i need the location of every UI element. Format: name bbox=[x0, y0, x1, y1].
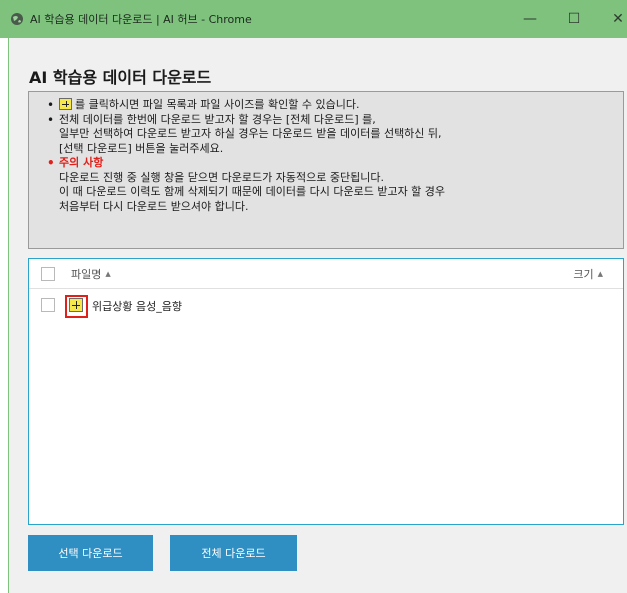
globe-icon bbox=[11, 13, 23, 25]
close-button[interactable]: ✕ bbox=[598, 0, 627, 38]
column-name[interactable]: 파일명 ▲ bbox=[71, 266, 111, 282]
column-name-label: 파일명 bbox=[71, 267, 102, 281]
page-title: AI 학습용 데이터 다운로드 bbox=[29, 68, 212, 87]
download-window: AI 학습용 데이터 다운로드 를 클릭하시면 파일 목록과 파일 사이즈를 확… bbox=[8, 38, 627, 593]
notice-line-3: 일부만 선택하여 다운로드 받고자 하실 경우는 다운로드 받을 데이터를 선택… bbox=[59, 127, 442, 140]
notice-line-4: [선택 다운로드] 버튼을 눌러주세요. bbox=[59, 141, 224, 155]
sort-asc-icon: ▲ bbox=[105, 269, 111, 278]
notice-box: 를 클릭하시면 파일 목록과 파일 사이즈를 확인할 수 있습니다. 전체 데이… bbox=[28, 91, 624, 249]
selected-download-button[interactable]: 선택 다운로드 bbox=[28, 535, 153, 571]
plus-icon bbox=[59, 98, 72, 110]
minimize-button[interactable]: — bbox=[510, 0, 550, 38]
title-bar: AI 학습용 데이터 다운로드 | AI 허브 - Chrome — ☐ ✕ bbox=[0, 0, 627, 38]
warning-title: 주의 사항 bbox=[47, 156, 615, 171]
window-title: AI 학습용 데이터 다운로드 | AI 허브 - Chrome bbox=[30, 13, 252, 26]
notice-line-6: 이 때 다운로드 이력도 함께 삭제되기 때문에 데이터를 다시 다운로드 받고… bbox=[59, 185, 446, 198]
column-size[interactable]: 크기 ▲ bbox=[573, 266, 603, 282]
column-size-label: 크기 bbox=[573, 267, 594, 281]
notice-line-7: 처음부터 다시 다운로드 받으셔야 합니다. bbox=[59, 199, 249, 213]
expand-plus-button[interactable] bbox=[69, 298, 83, 312]
notice-line-5: 다운로드 진행 중 실행 창을 닫으면 다운로드가 자동적으로 중단됩니다. bbox=[59, 170, 384, 184]
select-all-checkbox[interactable] bbox=[41, 267, 55, 281]
notice-item-expand: 를 클릭하시면 파일 목록과 파일 사이즈를 확인할 수 있습니다. bbox=[47, 98, 615, 113]
sort-asc-icon: ▲ bbox=[597, 269, 603, 278]
all-download-button[interactable]: 전체 다운로드 bbox=[170, 535, 297, 571]
maximize-button[interactable]: ☐ bbox=[554, 0, 594, 38]
file-list-header: 파일명 ▲ 크기 ▲ bbox=[29, 259, 623, 289]
row-checkbox[interactable] bbox=[41, 298, 55, 312]
table-row: 위급상황 음성_음향 bbox=[29, 291, 623, 319]
notice-line-1: 를 클릭하시면 파일 목록과 파일 사이즈를 확인할 수 있습니다. bbox=[75, 98, 360, 111]
notice-line-2: 전체 데이터를 한번에 다운로드 받고자 할 경우는 [전체 다운로드] 를, bbox=[59, 112, 376, 126]
file-name: 위급상황 음성_음향 bbox=[92, 300, 182, 313]
file-list: 파일명 ▲ 크기 ▲ 위급상황 음성_음향 bbox=[28, 258, 624, 525]
notice-item-download: 전체 데이터를 한번에 다운로드 받고자 할 경우는 [전체 다운로드] 를, bbox=[47, 112, 615, 128]
